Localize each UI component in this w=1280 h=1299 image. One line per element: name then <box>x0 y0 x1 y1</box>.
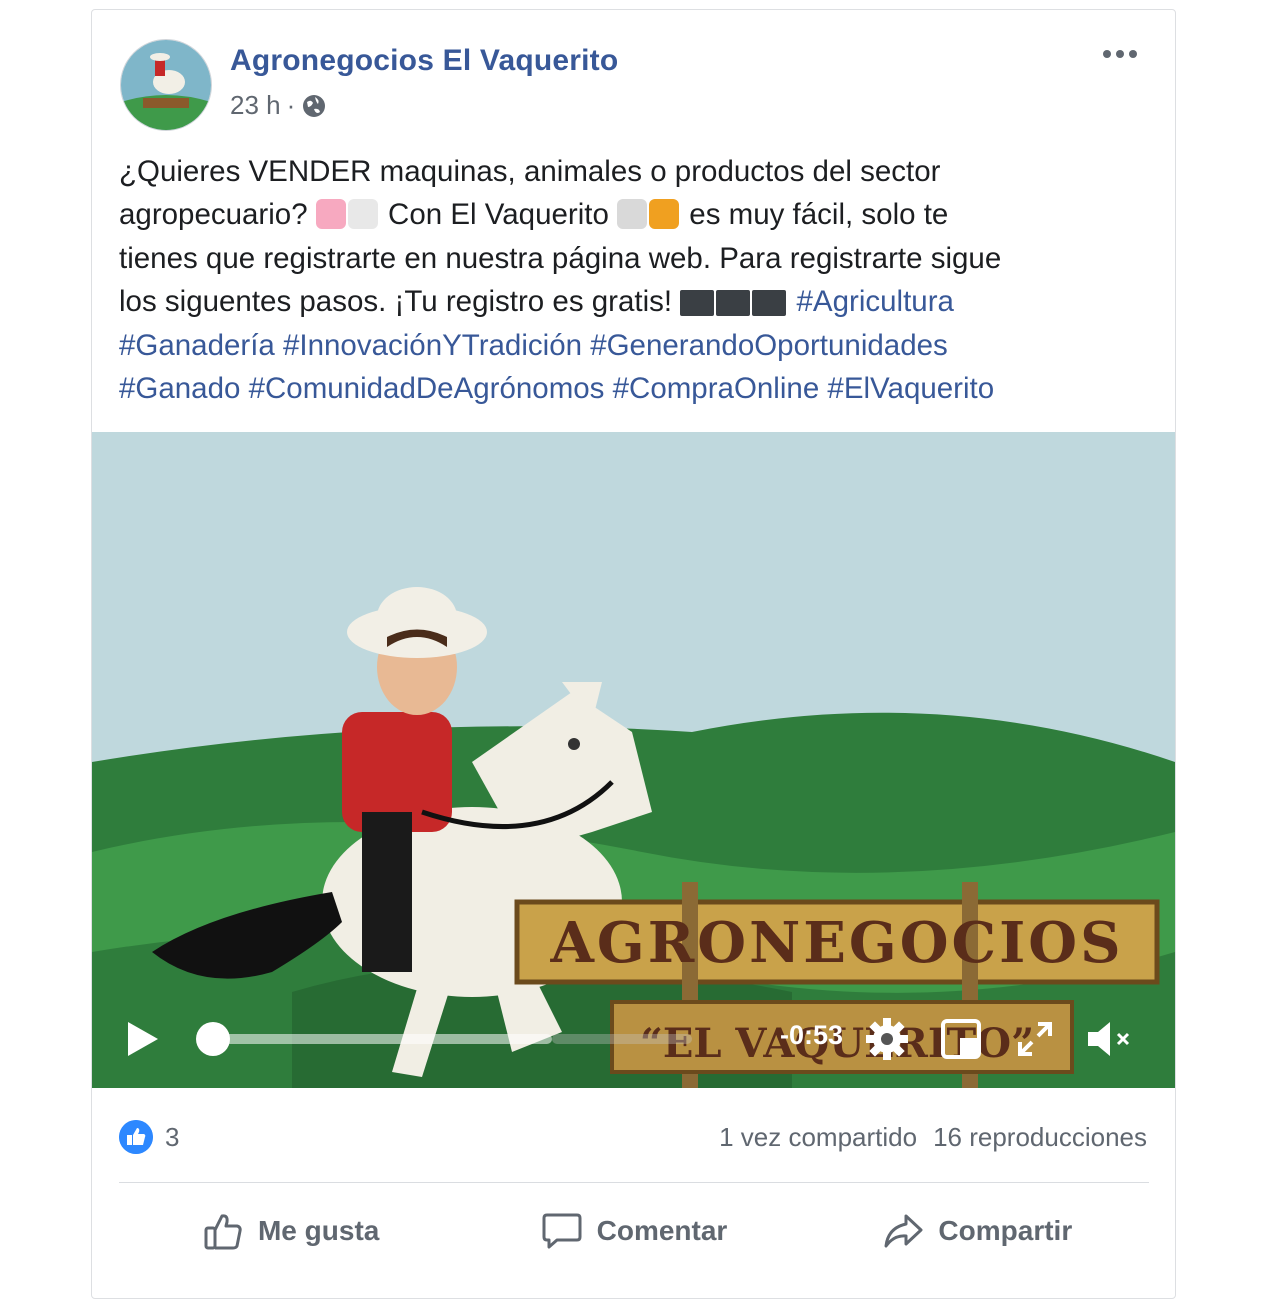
share-button-label: Compartir <box>938 1215 1073 1246</box>
post-text-segment: los siguentes pasos. ¡Tu registro es gra… <box>119 285 673 319</box>
post-text-segment: Con El Vaquerito <box>388 198 609 232</box>
tractor-emoji <box>649 199 680 230</box>
post-text: ¿Quieres VENDER maquinas, animales o pro… <box>119 150 1149 410</box>
progress-bar[interactable] <box>212 1034 552 1044</box>
pig-emoji <box>315 199 346 230</box>
hashtag-line[interactable]: #Ganado #ComunidadDeAgrónomos #CompraOnl… <box>119 367 1149 410</box>
post-meta: 23 h · <box>230 90 327 121</box>
page-name-link[interactable]: Agronegocios El Vaquerito <box>230 44 618 78</box>
computer-emoji <box>680 290 715 317</box>
avatar-image <box>121 40 211 130</box>
video-player[interactable]: AGRONEGOCIOS “EL VAQUERITO” -0:53 <box>92 432 1175 1088</box>
post-text-line: los siguentes pasos. ¡Tu registro es gra… <box>119 280 1149 323</box>
mute-icon[interactable] <box>1086 1018 1136 1060</box>
share-icon <box>884 1214 923 1248</box>
share-button[interactable]: Compartir <box>806 1196 1149 1266</box>
thumbs-up-icon <box>204 1214 242 1250</box>
like-button-label: Me gusta <box>257 1215 380 1246</box>
share-view-stats: 1 vez compartido 16 reproducciones <box>719 1122 1147 1153</box>
post-text-line: agropecuario? Con El Vaquerito es muy fá… <box>119 193 1149 236</box>
miniplayer-icon[interactable] <box>940 1018 982 1060</box>
sign-title: AGRONEGOCIOS <box>549 910 1123 976</box>
cows-emoji <box>617 199 648 230</box>
like-badge-icon[interactable] <box>119 1120 153 1154</box>
buffer-bar <box>552 1034 692 1044</box>
post-text-segment: agropecuario? <box>119 198 308 232</box>
post-timestamp[interactable]: 23 h <box>230 90 281 121</box>
post-actions: Me gusta Comentar Compartir <box>119 1196 1149 1266</box>
progress-handle[interactable] <box>196 1022 230 1056</box>
like-button[interactable]: Me gusta <box>119 1196 462 1266</box>
hashtag-link[interactable]: #Agricultura <box>797 285 954 318</box>
more-options-icon[interactable] <box>1103 50 1137 58</box>
globe-icon[interactable] <box>301 93 327 119</box>
comment-button-label: Comentar <box>596 1215 728 1246</box>
remaining-time: -0:53 <box>780 1020 844 1050</box>
comment-button[interactable]: Comentar <box>462 1196 805 1266</box>
page-avatar[interactable] <box>120 39 212 131</box>
fullscreen-icon[interactable] <box>1016 1020 1054 1058</box>
divider <box>119 1182 1149 1183</box>
meta-separator: · <box>286 90 296 120</box>
post-stats: 3 1 vez compartido 16 reproducciones <box>119 1118 1149 1158</box>
comment-icon <box>542 1213 582 1249</box>
views-count: 16 reproducciones <box>933 1122 1147 1152</box>
cow-emoji <box>347 199 378 230</box>
shares-count[interactable]: 1 vez compartido <box>719 1122 917 1153</box>
hashtag-line[interactable]: #Ganadería #InnovaciónYTradición #Genera… <box>119 324 1149 367</box>
play-icon[interactable] <box>128 1022 158 1056</box>
gear-icon[interactable] <box>864 1016 910 1062</box>
post-text-line: ¿Quieres VENDER maquinas, animales o pro… <box>119 155 941 188</box>
post-card: Agronegocios El Vaquerito 23 h · ¿Quiere… <box>91 9 1176 1299</box>
like-count[interactable]: 3 <box>165 1122 179 1153</box>
post-text-segment: es muy fácil, solo te <box>689 198 949 232</box>
post-text-line: tienes que registrarte en nuestra página… <box>119 241 1002 275</box>
computer-emoji <box>716 290 751 317</box>
computer-emoji <box>752 290 787 317</box>
video-controls: -0:53 <box>92 988 1175 1088</box>
